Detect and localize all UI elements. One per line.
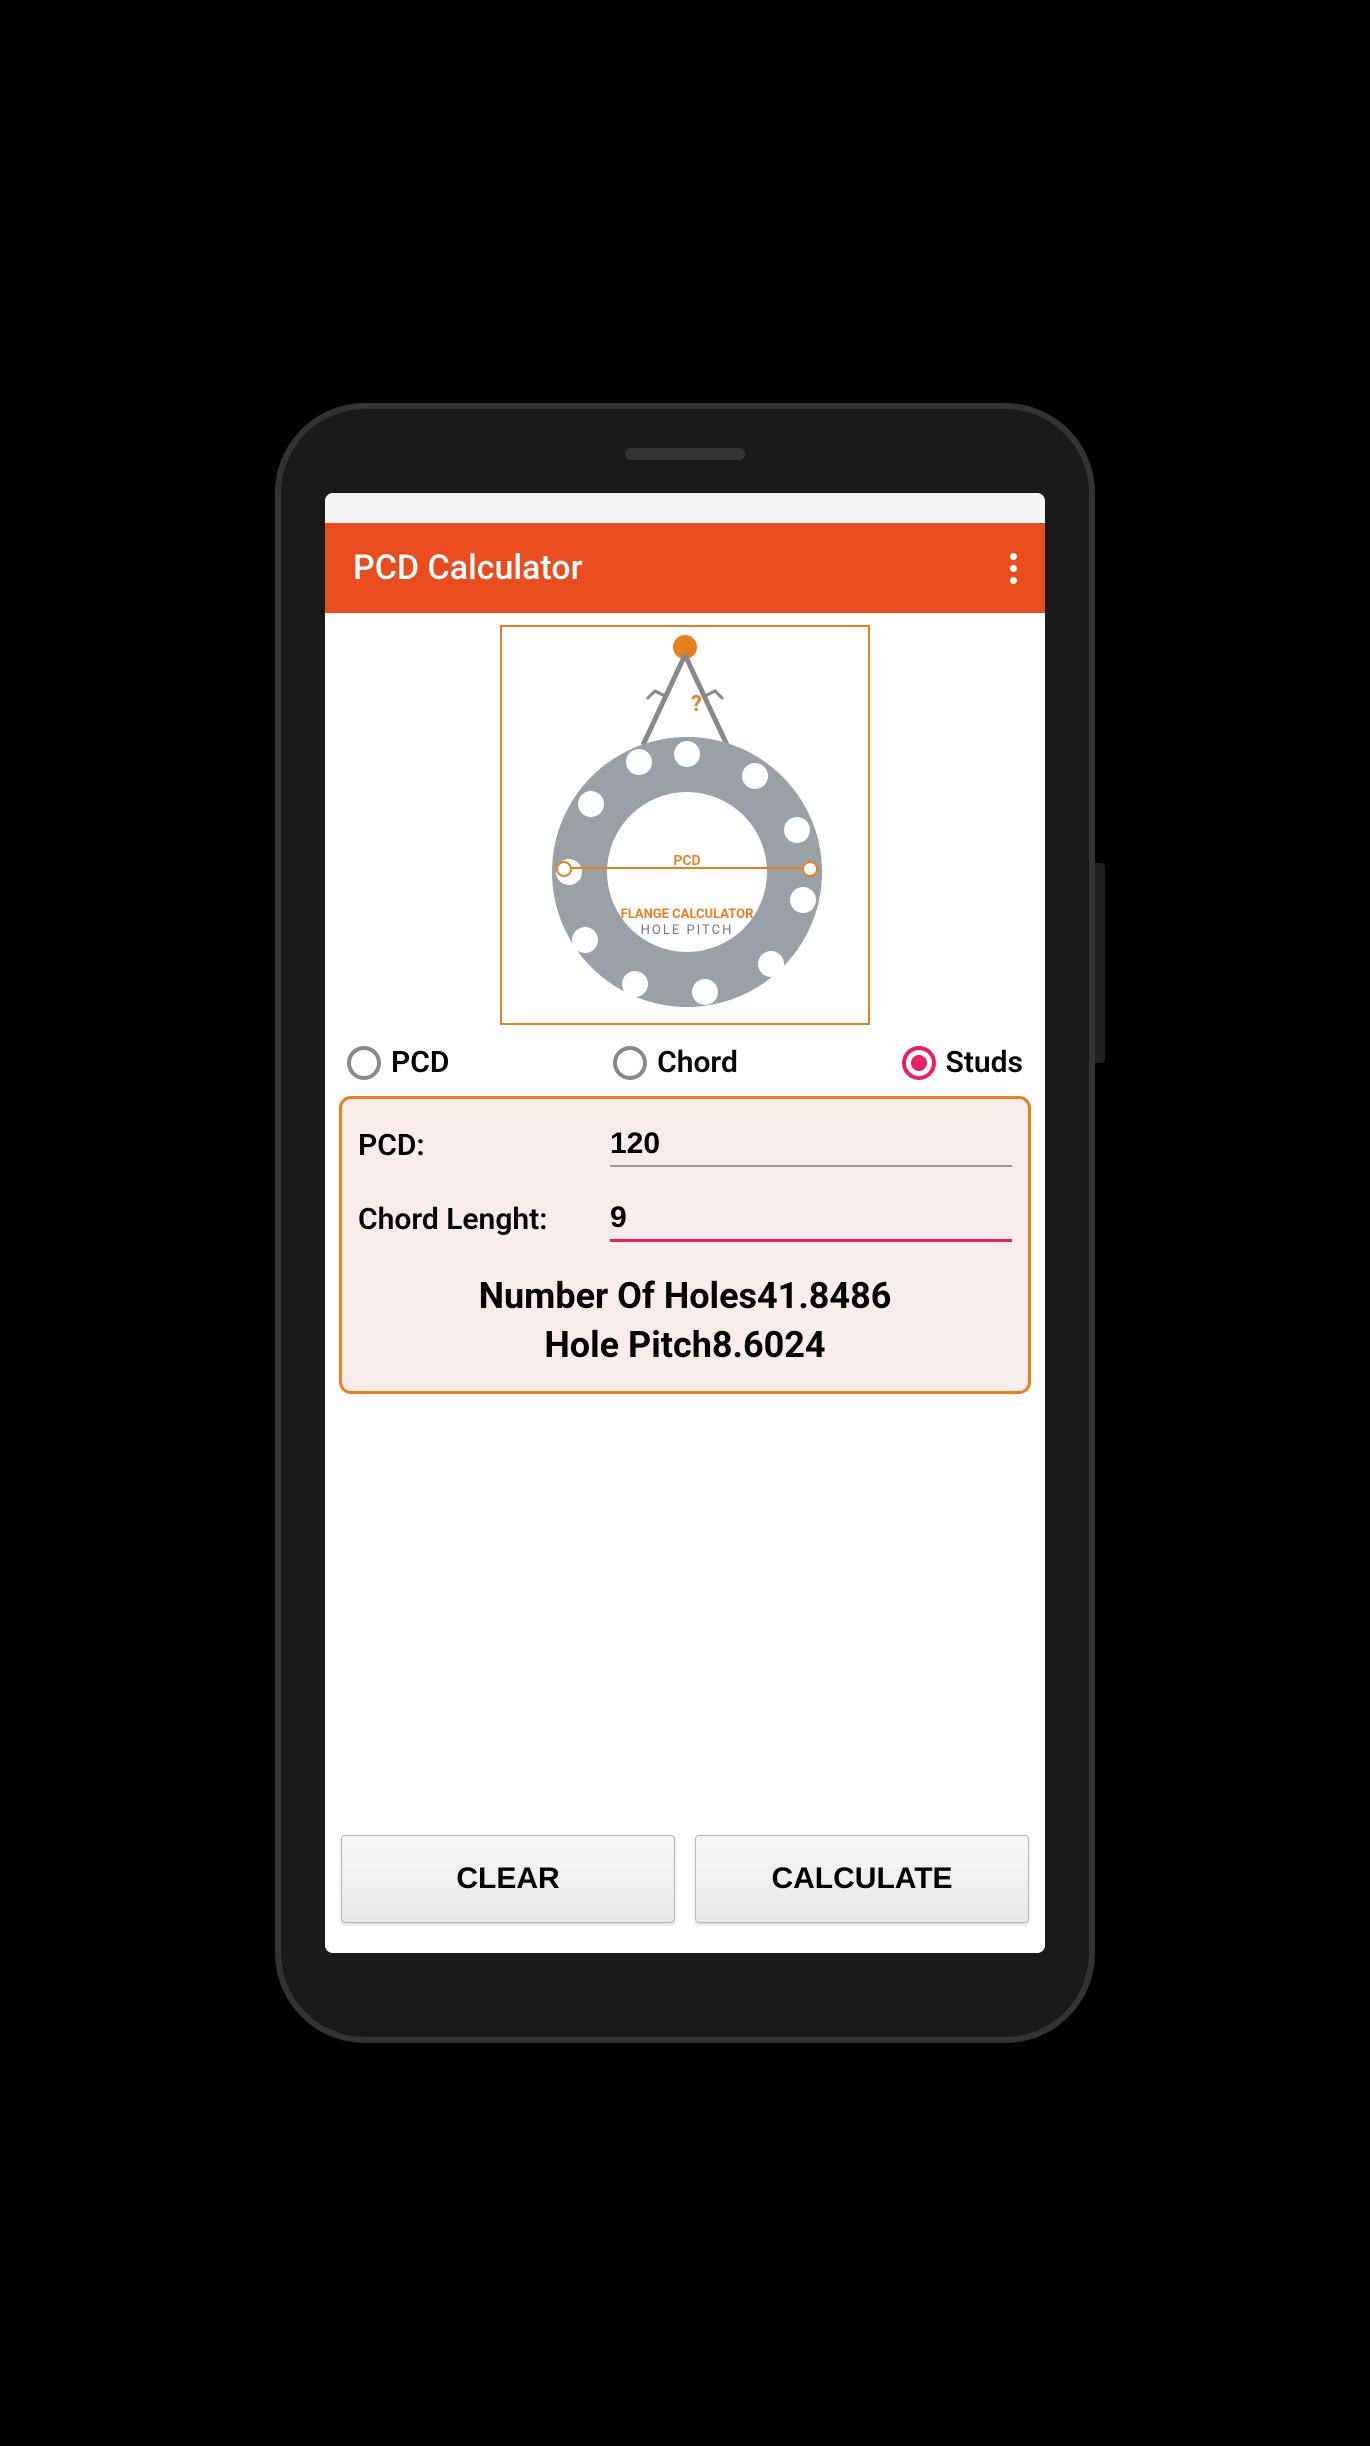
- app-title: PCD Calculator: [353, 548, 583, 588]
- result-text: Number Of Holes41.8486 Hole Pitch8.6024: [358, 1272, 1012, 1369]
- radio-icon: [347, 1046, 381, 1080]
- app-bar: PCD Calculator: [325, 523, 1045, 613]
- diagram-title-1: FLANGE CALCULATOR: [552, 907, 822, 922]
- calculate-button[interactable]: CALCULATE: [695, 1835, 1029, 1923]
- compass-icon: [615, 633, 755, 753]
- radio-label: Chord: [657, 1045, 738, 1080]
- action-button-row: CLEAR CALCULATE: [337, 1835, 1033, 1941]
- holes-label: Number Of Holes: [479, 1275, 757, 1317]
- flange-ring: PCD FLANGE CALCULATOR HOLE PITCH: [552, 737, 822, 1007]
- pitch-label: Hole Pitch: [544, 1324, 711, 1366]
- radio-icon: [613, 1046, 647, 1080]
- content-area: ? PCD FLANGE CALCULATOR: [325, 613, 1045, 1953]
- question-mark: ?: [691, 692, 702, 717]
- radio-icon: [902, 1046, 936, 1080]
- pcd-input-label: PCD:: [358, 1128, 610, 1163]
- pitch-value: 8.6024: [712, 1324, 826, 1366]
- radio-studs[interactable]: Studs: [902, 1045, 1023, 1080]
- radio-pcd[interactable]: PCD: [347, 1045, 449, 1080]
- clear-button[interactable]: CLEAR: [341, 1835, 675, 1923]
- chord-input-row: Chord Lenght:: [358, 1197, 1012, 1242]
- diagram-title-2: HOLE PITCH: [552, 923, 822, 938]
- radio-label: PCD: [391, 1045, 449, 1080]
- pcd-input[interactable]: [610, 1123, 1012, 1167]
- input-result-panel: PCD: Chord Lenght: Number Of Holes41.848…: [339, 1096, 1031, 1394]
- overflow-menu-icon[interactable]: [1010, 553, 1017, 584]
- holes-value: 41.8486: [757, 1275, 891, 1317]
- mode-radio-group: PCD Chord Studs: [337, 1039, 1033, 1096]
- chord-input-label: Chord Lenght:: [358, 1202, 610, 1237]
- status-bar: [325, 493, 1045, 523]
- flange-diagram: ? PCD FLANGE CALCULATOR: [500, 625, 870, 1025]
- pcd-diagram-label: PCD: [552, 853, 822, 869]
- chord-input[interactable]: [610, 1197, 1012, 1242]
- phone-side-button: [1095, 863, 1105, 1063]
- radio-chord[interactable]: Chord: [613, 1045, 738, 1080]
- pcd-input-row: PCD:: [358, 1123, 1012, 1167]
- screen: PCD Calculator ?: [325, 493, 1045, 1953]
- phone-frame: PCD Calculator ?: [275, 403, 1095, 2043]
- radio-label: Studs: [946, 1045, 1023, 1080]
